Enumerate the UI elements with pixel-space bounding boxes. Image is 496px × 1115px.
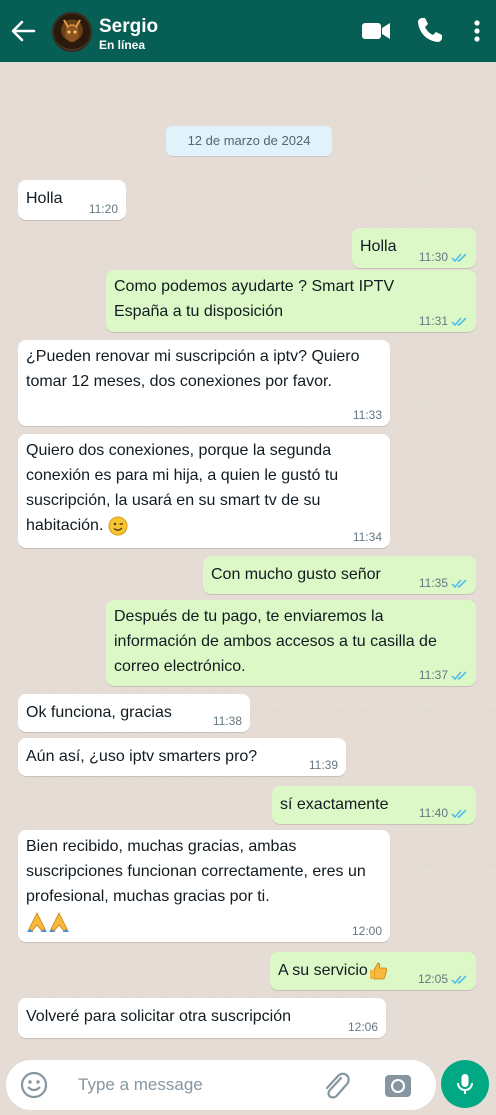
phone-icon[interactable] [415, 15, 445, 45]
message-time: 12:06 [347, 1020, 378, 1034]
message-time: 11:39 [308, 758, 338, 772]
message-incoming[interactable]: Holla 11:20 [18, 180, 126, 220]
message-incoming[interactable]: Bien recibido, muchas gracias, ambas sus… [18, 830, 390, 942]
chat-area[interactable]: 12 de marzo de 2024 Holla 11:20 Holla 11… [0, 62, 496, 1055]
message-time: 11:37 [418, 668, 448, 682]
message-time: 11:40 [418, 806, 448, 820]
double-check-icon [451, 252, 467, 262]
chat-header: Sergio En línea [0, 0, 496, 62]
message-incoming[interactable]: ¿Pueden renovar mi suscripción a iptv? Q… [18, 340, 390, 426]
message-incoming[interactable]: Quiero dos conexiones, porque la segunda… [18, 434, 390, 548]
folded-hands-icon [27, 911, 47, 932]
double-check-icon [451, 670, 467, 680]
mic-button[interactable] [441, 1060, 489, 1108]
message-outgoing[interactable]: Holla 11:30 [352, 228, 476, 268]
message-time: 11:31 [418, 314, 448, 328]
message-time: 11:38 [212, 714, 242, 728]
message-incoming[interactable]: Ok funciona, gracias 11:38 [18, 694, 250, 732]
emoji-icon[interactable] [20, 1071, 48, 1099]
avatar[interactable] [52, 12, 92, 52]
contact-name[interactable]: Sergio [99, 16, 158, 38]
message-composer [6, 1060, 436, 1110]
message-text: Como podemos ayudarte ? Smart IPTV Españ… [114, 278, 395, 320]
message-outgoing[interactable]: sí exactamente 11:40 [272, 786, 476, 824]
message-text: Ok funciona, gracias [26, 704, 172, 721]
message-time: 11:20 [88, 202, 118, 216]
message-input[interactable] [78, 1068, 308, 1102]
video-call-icon[interactable] [360, 15, 392, 47]
message-incoming[interactable]: Aún así, ¿uso iptv smarters pro? 11:39 [18, 738, 346, 776]
camera-icon[interactable] [383, 1070, 413, 1100]
message-time: 11:35 [418, 576, 448, 590]
date-chip: 12 de marzo de 2024 [166, 126, 332, 156]
message-text: Después de tu pago, te enviaremos la inf… [114, 608, 437, 675]
message-outgoing[interactable]: Después de tu pago, te enviaremos la inf… [106, 600, 476, 686]
message-outgoing[interactable]: Con mucho gusto señor 11:35 [203, 556, 476, 594]
thumbs-up-icon [369, 962, 387, 980]
message-time: 12:05 [417, 972, 448, 986]
message-time: 11:34 [352, 530, 382, 544]
winking-face-icon [108, 516, 128, 536]
message-text: Volveré para solicitar otra suscripción [26, 1008, 292, 1025]
double-check-icon [451, 316, 467, 326]
message-text: Aún así, ¿uso iptv smarters pro? [26, 748, 258, 765]
message-incoming[interactable]: Volveré para solicitar otra suscripción … [18, 998, 386, 1038]
folded-hands-icon [49, 911, 69, 932]
mic-icon [457, 1074, 473, 1094]
double-check-icon [451, 808, 467, 818]
double-check-icon [451, 578, 467, 588]
contact-status: En línea [99, 38, 146, 52]
message-text: ¿Pueden renovar mi suscripción a iptv? Q… [26, 348, 360, 390]
attach-icon[interactable] [320, 1069, 350, 1101]
more-vertical-icon[interactable] [467, 15, 487, 47]
message-outgoing[interactable]: A su servicio 12:05 [270, 952, 476, 990]
double-check-icon [451, 974, 467, 984]
back-arrow-icon[interactable] [8, 16, 38, 46]
message-time: 11:33 [352, 408, 382, 422]
message-text: Bien recibido, muchas gracias, ambas sus… [26, 838, 366, 905]
message-time: 12:00 [351, 924, 382, 938]
message-text: A su servicio [278, 962, 368, 979]
message-time: 11:30 [418, 250, 448, 264]
message-outgoing[interactable]: Como podemos ayudarte ? Smart IPTV Españ… [106, 270, 476, 332]
message-text: Quiero dos conexiones, porque la segunda… [26, 442, 339, 534]
